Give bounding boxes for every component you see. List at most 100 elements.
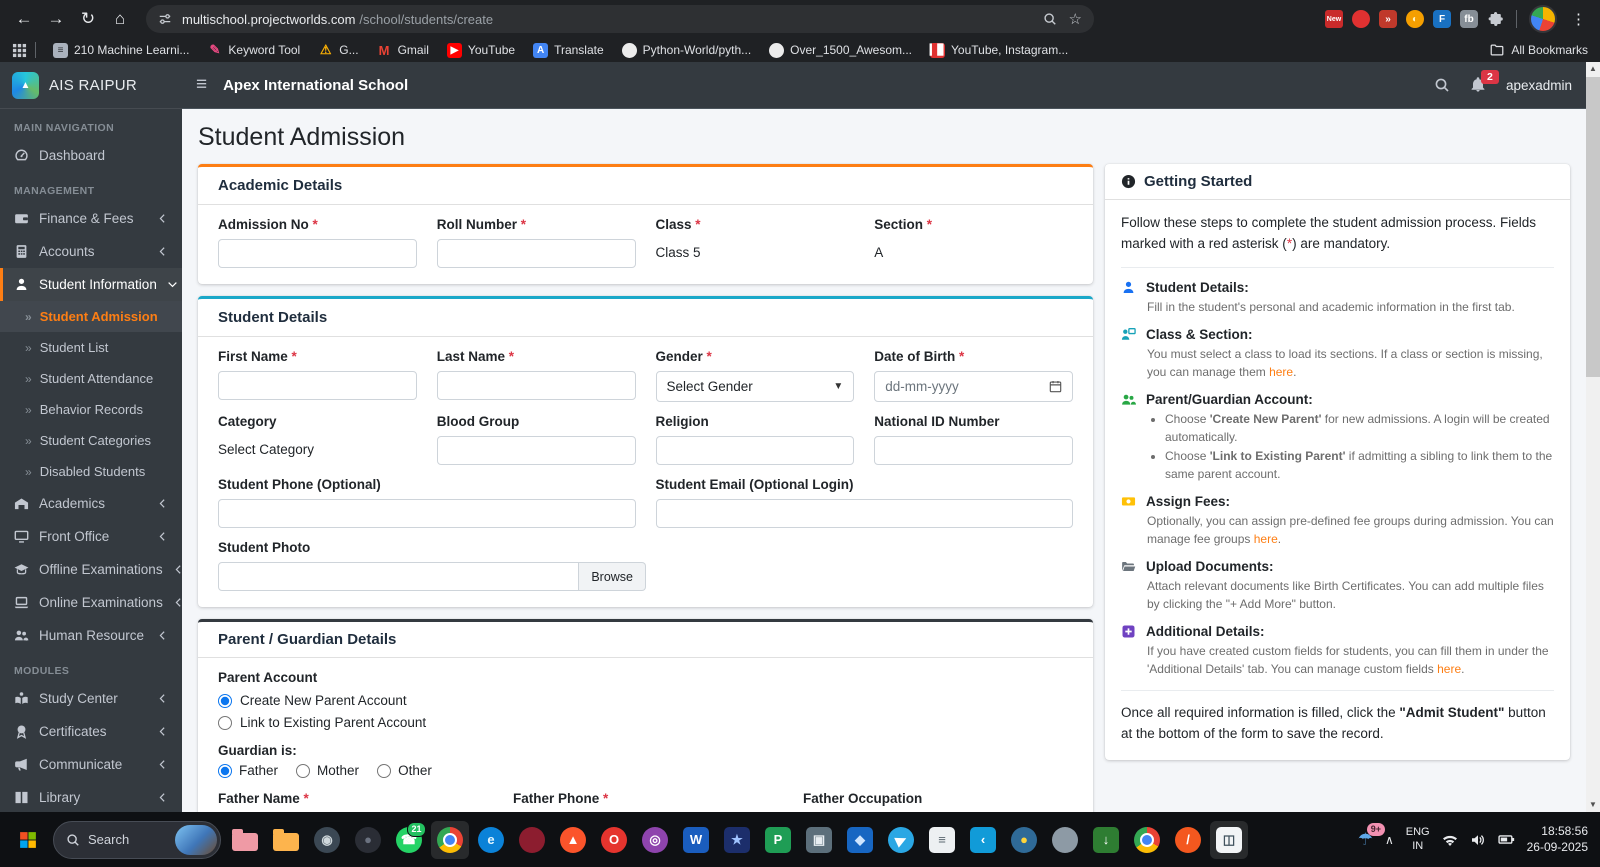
radio-input-mother[interactable] (296, 763, 311, 778)
chrome-icon[interactable] (431, 820, 469, 859)
sidebar-item-student-information[interactable]: Student Information (0, 268, 182, 301)
sidebar-item-student-attendance[interactable]: » Student Attendance (0, 363, 182, 394)
radio-create-new-parent-account[interactable]: Create New Parent Account (218, 691, 1073, 710)
chrome-profile-icon[interactable] (1128, 821, 1166, 859)
gender-select[interactable]: Select Gender ▼ (655, 371, 855, 402)
photos-app-icon[interactable]: ★ (718, 821, 756, 859)
profile-avatar[interactable] (1529, 5, 1557, 33)
here-link[interactable]: here (1254, 532, 1278, 546)
all-bookmarks-button[interactable]: All Bookmarks (1490, 43, 1588, 57)
browse-button[interactable]: Browse (579, 562, 646, 591)
orange-app-icon[interactable]: / (1169, 821, 1207, 859)
student-photo-file-input[interactable]: Browse (218, 562, 646, 591)
steam-icon[interactable]: ◉ (308, 821, 346, 859)
sidebar-item-academics[interactable]: Academics (0, 487, 182, 520)
yellow-folder-icon[interactable] (267, 821, 305, 859)
admission-no-input[interactable] (218, 239, 417, 268)
navbar-search-icon[interactable] (1434, 77, 1450, 93)
extension-blue-icon[interactable]: F (1433, 10, 1451, 28)
student-email-input[interactable] (655, 499, 1073, 528)
language-indicator[interactable]: ENG IN (1406, 826, 1430, 852)
bookmark-star-icon[interactable]: ☆ (1069, 10, 1082, 28)
idm-icon[interactable]: ↓ (1087, 821, 1125, 859)
reload-icon[interactable]: ↻ (74, 5, 102, 33)
blue-cube-icon[interactable]: ◆ (841, 821, 879, 859)
file-path-box[interactable] (218, 562, 580, 591)
forward-icon[interactable]: → (42, 5, 70, 33)
sidebar-item-human-resource[interactable]: Human Resource (0, 619, 182, 652)
extensions-puzzle-icon[interactable] (1488, 11, 1504, 27)
sidebar-item-student-admission[interactable]: » Student Admission (0, 301, 182, 332)
site-info-icon[interactable] (158, 12, 172, 26)
vscode-icon[interactable]: ‹ (964, 821, 1002, 859)
umbrella-tray-icon[interactable]: ☂ 9+ (1358, 822, 1385, 850)
bookmark-youtube[interactable]: ▶ YouTube (438, 41, 524, 60)
browser-menu-icon[interactable]: ⋮ (1567, 10, 1590, 28)
bookmark-python-world-pyth[interactable]: Python-World/pyth... (613, 41, 761, 60)
scrollbar-up-arrow[interactable]: ▲ (1589, 62, 1597, 76)
wifi-icon[interactable] (1442, 832, 1458, 848)
address-bar[interactable]: multischool.projectworlds.com /school/st… (146, 5, 1094, 33)
bookmark-translate[interactable]: A Translate (524, 41, 613, 60)
sidebar-item-finance-fees[interactable]: Finance & Fees (0, 202, 182, 235)
word-icon[interactable]: W (677, 821, 715, 859)
dark-app-icon[interactable]: ● (349, 821, 387, 859)
religion-input[interactable] (655, 436, 855, 465)
roll-number-input[interactable] (436, 239, 636, 268)
purple-app-icon[interactable]: ◎ (636, 821, 674, 859)
radio-mother[interactable]: Mother (296, 763, 359, 778)
blood-group-input[interactable] (436, 436, 636, 465)
section-value[interactable]: A (874, 239, 1073, 260)
category-value[interactable]: Select Category (218, 436, 417, 457)
sidebar-item-accounts[interactable]: Accounts (0, 235, 182, 268)
sidebar-item-disabled-students[interactable]: » Disabled Students (0, 456, 182, 487)
notes-app-icon[interactable]: ≡ (923, 821, 961, 859)
scrollbar[interactable]: ▲ ▼ (1586, 62, 1600, 812)
here-link[interactable]: here (1437, 662, 1461, 676)
back-icon[interactable]: ← (10, 5, 38, 33)
bookmark-210-machine-learni[interactable]: ≡ 210 Machine Learni... (44, 41, 198, 60)
brave-icon[interactable]: ▲ (554, 821, 592, 859)
green-app-icon[interactable]: P (759, 821, 797, 859)
class-value[interactable]: Class 5 (656, 239, 855, 260)
national-id-input[interactable] (874, 436, 1073, 465)
gray-app-icon[interactable] (1046, 821, 1084, 859)
battery-icon[interactable] (1497, 831, 1515, 848)
extension-red-square-icon[interactable]: » (1379, 10, 1397, 28)
extension-new-icon[interactable]: New (1325, 10, 1343, 28)
sidebar-item-behavior-records[interactable]: » Behavior Records (0, 394, 182, 425)
tray-expand-icon[interactable]: ∧ (1385, 833, 1394, 847)
bookmark-over-1500-awesom[interactable]: Over_1500_Awesom... (760, 41, 921, 60)
first-name-input[interactable] (218, 371, 417, 400)
radio-link-to-existing-parent-account[interactable]: Link to Existing Parent Account (218, 713, 1073, 732)
sidebar-item-library[interactable]: Library (0, 781, 182, 812)
bookmark-g[interactable]: ⚠ G... (309, 41, 367, 60)
sidebar-item-communicate[interactable]: Communicate (0, 748, 182, 781)
dob-input[interactable]: dd-mm-yyyy (874, 371, 1073, 402)
radio-other[interactable]: Other (377, 763, 432, 778)
sidebar-item-online-examinations[interactable]: Online Examinations (0, 586, 182, 619)
taskbar-search[interactable]: Search (53, 820, 221, 859)
last-name-input[interactable] (436, 371, 636, 400)
pink-folder-icon[interactable] (226, 821, 264, 859)
radio-input-father[interactable] (218, 763, 232, 778)
notifications-button[interactable]: 2 (1470, 70, 1499, 93)
sidebar-item-dashboard[interactable]: Dashboard (0, 139, 182, 172)
taskbar-clock[interactable]: 18:58:56 26-09-2025 (1527, 824, 1588, 855)
snipping-tool-icon[interactable]: ◫ (1210, 820, 1248, 859)
home-icon[interactable]: ⌂ (106, 5, 134, 33)
maroon-app-icon[interactable] (513, 821, 551, 859)
sidebar-item-front-office[interactable]: Front Office (0, 520, 182, 553)
sidebar-item-student-categories[interactable]: » Student Categories (0, 425, 182, 456)
sidebar-item-student-list[interactable]: » Student List (0, 332, 182, 363)
whatsapp-icon[interactable]: ☎ 21 (390, 821, 428, 859)
radio-input-link-to-existing-parent-account[interactable] (218, 715, 232, 730)
username[interactable]: apexadmin (1506, 78, 1572, 93)
sidebar-item-study-center[interactable]: Study Center (0, 682, 182, 715)
python-icon[interactable]: ● (1005, 821, 1043, 859)
edge-icon[interactable]: e (472, 821, 510, 859)
radio-input-other[interactable] (377, 763, 392, 778)
extension-red-dot-icon[interactable] (1352, 10, 1370, 28)
bookmark-gmail[interactable]: M Gmail (368, 41, 438, 60)
scrollbar-down-arrow[interactable]: ▼ (1589, 798, 1597, 812)
